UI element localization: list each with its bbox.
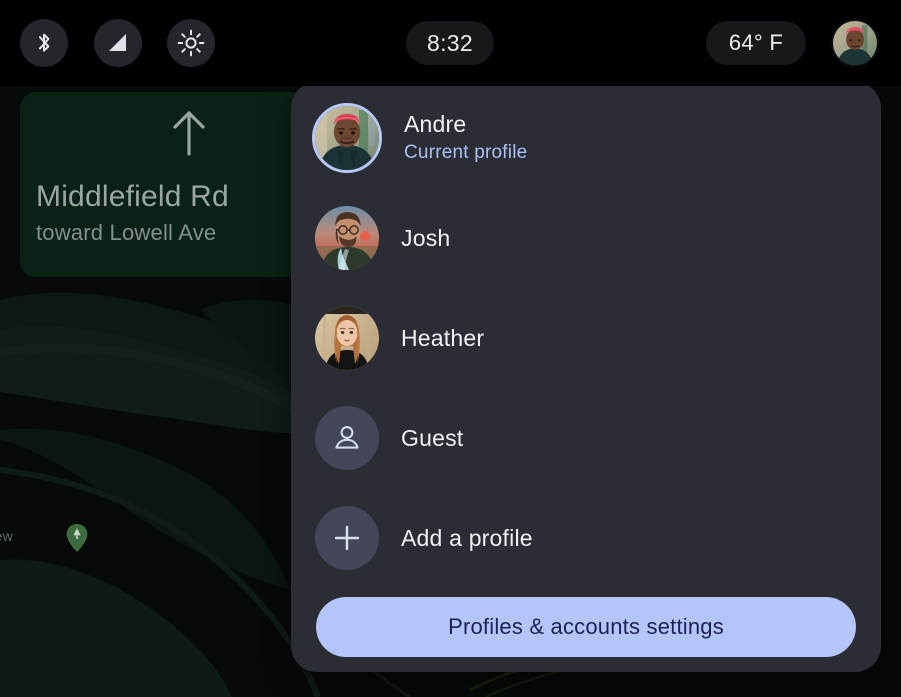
- park-pin-icon[interactable]: [66, 524, 88, 552]
- profile-text-guest: Guest: [401, 424, 463, 453]
- profile-row-andre[interactable]: Andre Current profile: [291, 92, 881, 184]
- car-home-screen: View 5 Middlefield Rd toward Lowell Ave: [0, 0, 901, 697]
- signal-button[interactable]: [94, 19, 142, 67]
- profile-subtitle: Current profile: [404, 142, 528, 164]
- add-profile-circle: [315, 506, 379, 570]
- status-bar: 8:32 64° F: [0, 0, 901, 86]
- profile-name: Andre: [404, 111, 467, 138]
- clock: 8:32: [406, 21, 494, 65]
- profile-text-josh: Josh: [401, 224, 450, 253]
- profile-name: Heather: [401, 324, 485, 351]
- profiles-accounts-settings-button[interactable]: Profiles & accounts settings: [316, 597, 856, 657]
- profile-text-add-profile: Add a profile: [401, 524, 533, 553]
- map-place-label: View: [0, 528, 13, 544]
- profile-name: Add a profile: [401, 524, 533, 551]
- bluetooth-icon: [39, 33, 50, 52]
- temperature-text: 64° F: [728, 30, 784, 55]
- avatar-andre-small: [833, 21, 877, 65]
- clock-text: 8:32: [427, 29, 473, 56]
- avatar-josh: [315, 206, 379, 270]
- arrow-up-icon: [173, 111, 205, 156]
- avatar-heather-photo: [315, 306, 379, 370]
- brightness-icon: [177, 29, 205, 57]
- temperature-pill[interactable]: 64° F: [706, 21, 806, 65]
- plus-icon: [334, 525, 360, 551]
- profile-row-add-profile[interactable]: Add a profile: [291, 492, 881, 584]
- status-bar-avatar[interactable]: [831, 19, 879, 67]
- avatar-andre: [312, 103, 382, 173]
- profile-row-heather[interactable]: Heather: [291, 292, 881, 384]
- nav-street-name: Middlefield Rd: [36, 180, 229, 213]
- profile-row-guest[interactable]: Guest: [291, 392, 881, 484]
- profile-name: Guest: [401, 424, 464, 451]
- profile-text-heather: Heather: [401, 324, 484, 353]
- signal-icon: [109, 34, 126, 51]
- avatar-heather: [315, 306, 379, 370]
- profile-row-josh[interactable]: Josh: [291, 192, 881, 284]
- bluetooth-button[interactable]: [20, 19, 68, 67]
- avatar-andre-photo: [315, 106, 379, 170]
- brightness-button[interactable]: [167, 19, 215, 67]
- person-icon: [335, 426, 359, 449]
- profile-text-andre: Andre Current profile: [404, 110, 527, 165]
- nav-toward-text: toward Lowell Ave: [36, 220, 217, 245]
- avatar-josh-photo: [315, 206, 379, 270]
- profile-switcher-panel: Andre Current profile Josh Heather Guest…: [291, 82, 881, 672]
- guest-avatar-circle: [315, 406, 379, 470]
- profile-name: Josh: [401, 224, 451, 251]
